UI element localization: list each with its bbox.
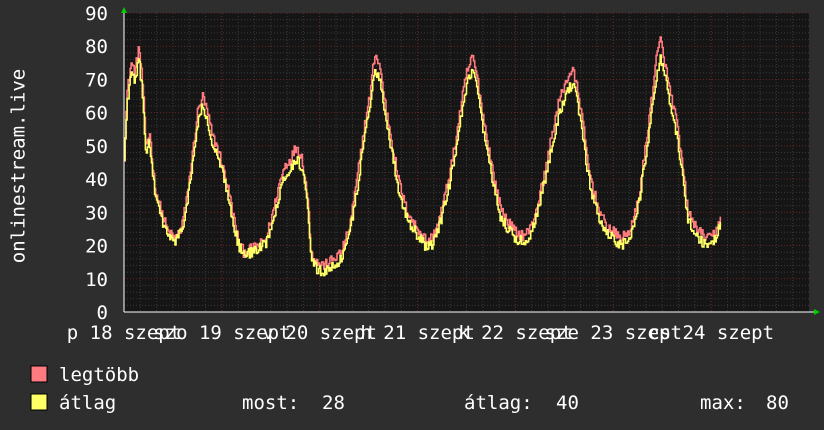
stat-avg-label: átlag: bbox=[464, 392, 533, 414]
line-chart: 0 10 20 30 40 50 60 70 80 90 p 18 szeptszo 19 sze… bbox=[8, 3, 820, 414]
x-tick-label: cs 24 szept bbox=[648, 322, 774, 344]
y-axis-label: onlinestream.live bbox=[8, 69, 30, 263]
legend-stats: most: 28 átlag: 40 max: 80 bbox=[242, 392, 789, 414]
legend-item-legtobb: legtöbb bbox=[30, 364, 139, 386]
y-tick-label: 30 bbox=[85, 202, 108, 224]
x-tick-labels: p 18 szeptszo 19 szeptv 20 szepth 21 sze… bbox=[67, 322, 774, 344]
stat-max-label: max: bbox=[700, 392, 746, 414]
y-tick-label: 90 bbox=[85, 3, 108, 25]
legend-item-atlag: átlag bbox=[30, 392, 116, 414]
y-tick-label: 10 bbox=[85, 269, 108, 291]
stat-avg-value: 40 bbox=[556, 392, 579, 414]
y-tick-label: 80 bbox=[85, 36, 108, 58]
chart-container: 0 10 20 30 40 50 60 70 80 90 p 18 szept szo 19 sze… bbox=[0, 0, 824, 430]
plot-area bbox=[124, 13, 809, 312]
y-tick-label: 50 bbox=[85, 136, 108, 158]
y-tick-labels: 0 10 20 30 40 50 60 70 80 90 bbox=[85, 3, 108, 324]
y-tick-label: 40 bbox=[85, 169, 108, 191]
stat-max-value: 80 bbox=[766, 392, 789, 414]
y-tick-label: 0 bbox=[97, 302, 108, 324]
y-tick-label: 60 bbox=[85, 103, 108, 125]
legend: legtöbb átlag most: 28 átlag: 40 max: 80 bbox=[30, 364, 789, 414]
y-tick-label: 70 bbox=[85, 69, 108, 91]
legend-label-legtobb: legtöbb bbox=[59, 364, 139, 386]
y-axis-arrow-icon bbox=[121, 7, 127, 13]
legend-label-atlag: átlag bbox=[59, 392, 116, 414]
stat-now-value: 28 bbox=[322, 392, 345, 414]
legend-swatch-atlag bbox=[30, 393, 48, 411]
stat-now-label: most: bbox=[242, 392, 299, 414]
legend-swatch-legtobb bbox=[30, 365, 48, 383]
x-axis-arrow-icon bbox=[814, 309, 820, 315]
y-tick-label: 20 bbox=[85, 236, 108, 258]
